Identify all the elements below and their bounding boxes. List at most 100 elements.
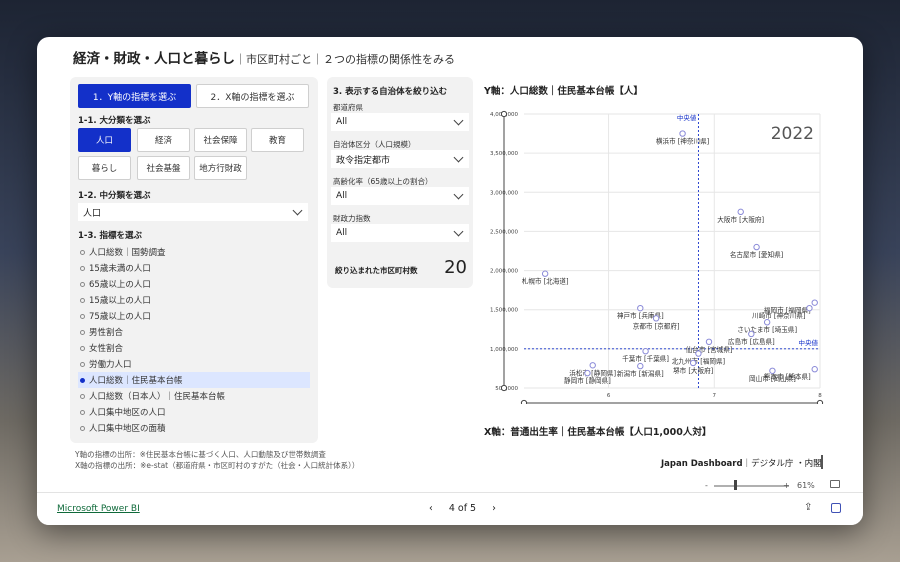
fiscal-index-dropdown[interactable]: All [331,224,469,242]
municipality-type-dropdown[interactable]: 政令指定都市 [331,150,469,168]
subcategory-dropdown[interactable]: 人口 [78,203,308,221]
indicator-item[interactable]: 女性割合 [78,340,310,356]
data-point [769,367,776,374]
radio-icon [80,393,85,399]
zoom-slider[interactable] [714,485,789,487]
indicator-item[interactable]: 人口集中地区の人口 [78,404,310,420]
category-education[interactable]: 教育 [251,128,304,152]
zoom-level: 61% [797,481,815,490]
municipality-type-label: 自治体区分（人口規模） [333,140,416,149]
x-slider-handle [520,399,528,404]
indicator-item[interactable]: 65歳以上の人口 [78,276,310,292]
radio-icon [80,297,85,303]
filtered-count-value: 20 [444,257,467,278]
point-label: 千葉市 [千葉県] [622,354,669,363]
next-page-button[interactable]: › [492,503,496,514]
power-bi-link[interactable]: Microsoft Power BI [57,504,140,514]
subcategory-value: 人口 [83,208,102,219]
year-label: 2022 [771,124,814,144]
fit-to-page-icon[interactable] [830,480,840,488]
report-subtitle: ｜市区町村ごと｜２つの指標の関係性をみる [235,53,455,66]
indicator-item[interactable]: 人口集中地区の面積 [78,420,310,436]
point-label: 広島市 [広島県] [728,337,775,346]
category-living[interactable]: 暮らし [78,156,131,180]
indicator-item-selected[interactable]: 人口総数｜住民基本台帳 [78,372,310,388]
fiscal-index-label: 財政力指数 [333,214,371,223]
aging-rate-dropdown[interactable]: All [331,187,469,205]
category-local-finance[interactable]: 地方行財政 [194,156,247,180]
indicator-item[interactable]: 男性割合 [78,324,310,340]
data-point [763,319,771,326]
point-label: 京都市 [京都府] [633,321,680,330]
data-point [811,366,818,373]
report-window: 経済・財政・人口と暮らし｜市区町村ごと｜２つの指標の関係性をみる 1．Y軸の指標… [37,37,863,525]
indicator-item[interactable]: 75歳以上の人口 [78,308,310,324]
scatter-chart[interactable]: 500,0001,000,0001,500,0002,000,0002,500,… [484,99,829,404]
point-label: さいたま市 [埼玉県] [737,325,797,334]
y-source-note: Y軸の指標の出所：※住民基本台帳に基づく人口、人口動態及び世帯数調査 [75,450,326,459]
indicator-item[interactable]: 労働力人口 [78,356,310,372]
data-point [737,208,744,216]
data-point [753,243,760,251]
chevron-down-icon [453,152,464,163]
indicator-item[interactable]: 15歳以上の人口 [78,292,310,308]
indicator-label: 1-3. 指標を選ぶ [78,231,143,241]
share-icon[interactable]: ⇪ [804,503,814,513]
category-economy[interactable]: 経済 [137,128,190,152]
prefecture-dropdown[interactable]: All [331,113,469,131]
prev-page-button[interactable]: ‹ [429,503,433,514]
x-tick-label: 8 [818,393,822,399]
tab-x-axis[interactable]: 2．X軸の指標を選ぶ [196,84,309,108]
footer-bar: Microsoft Power BI ‹ 4 of 5 › ⇪ [37,492,863,525]
scroll-handle[interactable] [821,455,823,469]
data-point [811,299,818,306]
indicator-item[interactable]: 人口総数｜国勢調査 [78,244,310,260]
category-population[interactable]: 人口 [78,128,131,152]
filter-panel: 3. 表示する自治体を絞り込む 都道府県 All 自治体区分（人口規模） 政令指… [327,77,473,288]
point-label: 北九州市 [福岡県] [672,357,725,366]
indicator-item[interactable]: 15歳未満の人口 [78,260,310,276]
radio-icon [80,249,85,255]
zoom-in-button[interactable]: + [783,481,790,490]
report-title: 経済・財政・人口と暮らし｜市区町村ごと｜２つの指標の関係性をみる [73,47,455,67]
data-point [541,270,549,277]
point-label: 横浜市 [神奈川県] [656,137,709,146]
data-point [695,350,702,357]
point-label: 大阪市 [大阪府] [717,215,764,224]
data-point [589,362,596,369]
page-navigator: ‹ 4 of 5 › [429,503,496,514]
chat-icon[interactable] [831,503,841,513]
category-social-security[interactable]: 社会保障 [194,128,247,152]
filtered-count-label: 絞り込まれた市区町村数 [335,266,418,275]
point-label: 静岡市 [静岡県] [564,376,611,385]
category-label: 1-1. 大分類を選ぶ [78,116,151,126]
indicator-item[interactable]: 人口総数（日本人）｜住民基本台帳 [78,388,310,404]
category-infrastructure[interactable]: 社会基盤 [137,156,190,180]
data-point [637,362,644,370]
data-point [642,348,649,355]
data-point [584,369,591,377]
x-tick-label: 6 [607,393,611,399]
brand-credit: Japan Dashboard｜デジタル庁 ・内閣 [661,459,822,469]
radio-icon [80,361,85,367]
point-label: 浜松市 [静岡県] [569,368,616,377]
radio-icon [80,329,85,335]
chevron-down-icon [453,226,464,237]
page-indicator: 4 of 5 [448,503,477,514]
data-point [748,330,755,338]
y-axis-title: Y軸：人口総数｜住民基本台帳【人】 [484,86,643,97]
zoom-out-button[interactable]: - [705,481,708,490]
point-label: 新潟市 [新潟県] [617,369,664,378]
radio-icon [80,281,85,287]
radio-icon [80,425,85,431]
point-label: 堺市 [大阪府] [673,366,713,375]
zoom-slider-thumb[interactable] [734,480,738,490]
subcategory-label: 1-2. 中分類を選ぶ [78,191,151,201]
data-point [637,304,644,312]
median-x-label: 中央値 [677,113,697,122]
tab-y-axis[interactable]: 1．Y軸の指標を選ぶ [78,84,191,108]
point-label: 川崎市 [神奈川県] [752,311,805,320]
point-label: 仙台市 [宮城県] [686,345,733,354]
x-source-note: X軸の指標の出所：※e-stat（都道府県・市区町村のすがた（社会・人口統計体系… [75,461,360,470]
data-point [705,338,713,346]
